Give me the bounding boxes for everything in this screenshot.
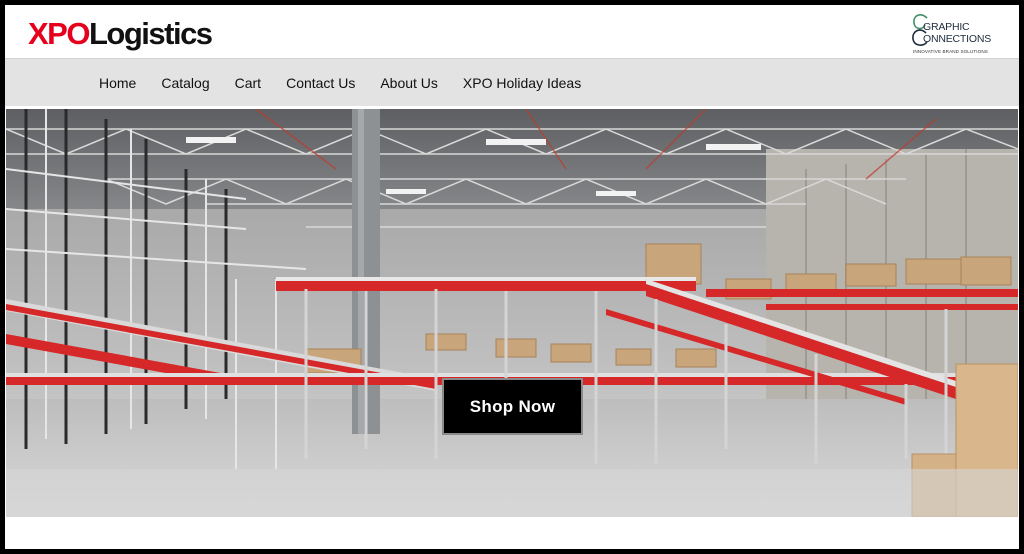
page-bottom-band — [5, 517, 1019, 549]
nav-item-catalog[interactable]: Catalog — [161, 75, 209, 91]
logo-logistics-text: Logistics — [88, 16, 213, 51]
nav-item-cart[interactable]: Cart — [235, 75, 261, 91]
graphic-connections-logo: GRAPHIC ONNECTIONS INNOVATIVE BRAND SOLU… — [911, 10, 1007, 56]
partner-logo-line1: GRAPHIC — [923, 21, 970, 33]
warehouse-conveyor-photo — [6, 109, 1018, 517]
nav-item-about-us[interactable]: About Us — [380, 75, 438, 91]
nav-item-holiday-ideas[interactable]: XPO Holiday Ideas — [463, 75, 581, 91]
logo-xpo-text: XPO — [28, 16, 90, 51]
main-nav: Home Catalog Cart Contact Us About Us XP… — [5, 58, 1019, 106]
nav-item-home[interactable]: Home — [99, 75, 136, 91]
xpo-logistics-logo[interactable]: XPOLogistics — [28, 16, 213, 52]
hero-banner: Shop Now — [6, 109, 1018, 517]
partner-logo-line2: ONNECTIONS — [923, 33, 992, 45]
page: XPOLogistics GRAPHIC ONNECTIONS INNOVATI… — [5, 5, 1019, 549]
shop-now-button[interactable]: Shop Now — [442, 378, 583, 435]
partner-logo-tagline: INNOVATIVE BRAND SOLUTIONS — [913, 49, 988, 54]
site-header: XPOLogistics GRAPHIC ONNECTIONS INNOVATI… — [5, 5, 1019, 60]
nav-list: Home Catalog Cart Contact Us About Us XP… — [99, 59, 606, 107]
nav-item-contact-us[interactable]: Contact Us — [286, 75, 355, 91]
